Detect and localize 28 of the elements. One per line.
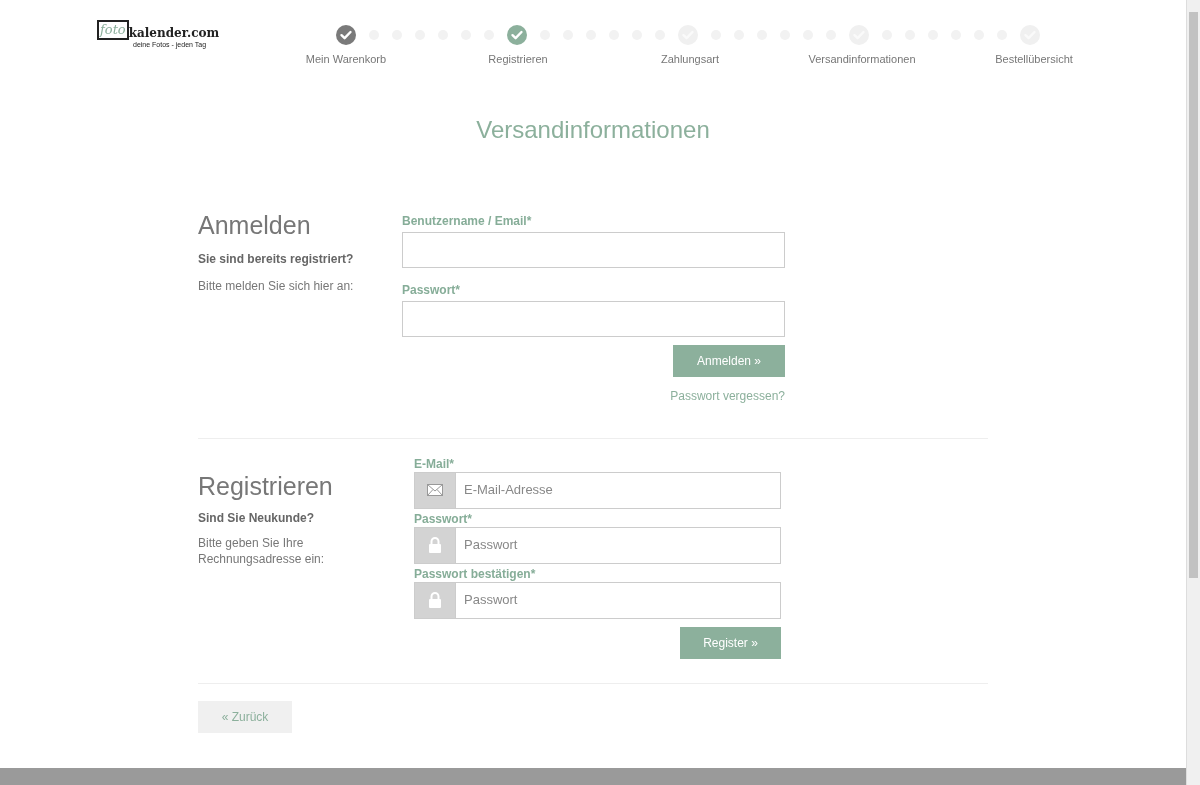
forgot-password-link[interactable]: Passwort vergessen? [670,386,785,405]
section-text: Bitte melden Sie sich hier an: [198,277,355,295]
section-subheading: Sie sind bereits registriert? [198,250,355,268]
step-label[interactable]: Mein Warenkorb [305,51,387,68]
section-subheading: Sind Sie Neukunde? [198,509,315,527]
field-label: Passwort bestätigen* [414,566,537,582]
input-field[interactable]: Passwort [455,526,781,564]
step-label[interactable]: Bestellübersicht [995,51,1073,68]
input-field[interactable]: E-Mail-Adresse [455,471,781,509]
section-heading: Registrieren [198,473,334,499]
input-field[interactable] [402,300,785,337]
field-label: Passwort* [402,282,462,298]
step-label[interactable]: Zahlungsart [660,51,720,68]
input-field[interactable] [402,231,785,268]
section-heading: Anmelden [198,212,312,238]
step-label[interactable]: Registrieren [488,51,548,68]
envelope-icon [427,484,443,496]
horizontal-scrollbar[interactable] [0,768,1186,785]
section-text: Bitte geben Sie Ihre Rechnungsadresse ein: [198,534,326,567]
field-label: Passwort* [414,511,474,527]
lock-icon [428,537,442,553]
field-label: E-Mail* [414,456,455,472]
vertical-scrollbar[interactable] [1186,0,1200,785]
lock-icon [428,592,442,608]
field-label: Benutzername / Email* [402,213,533,229]
input-field[interactable]: Passwort [455,581,781,619]
page-title: Versandinformationen [476,114,710,145]
step-label[interactable]: Versandinformationen [808,51,916,68]
